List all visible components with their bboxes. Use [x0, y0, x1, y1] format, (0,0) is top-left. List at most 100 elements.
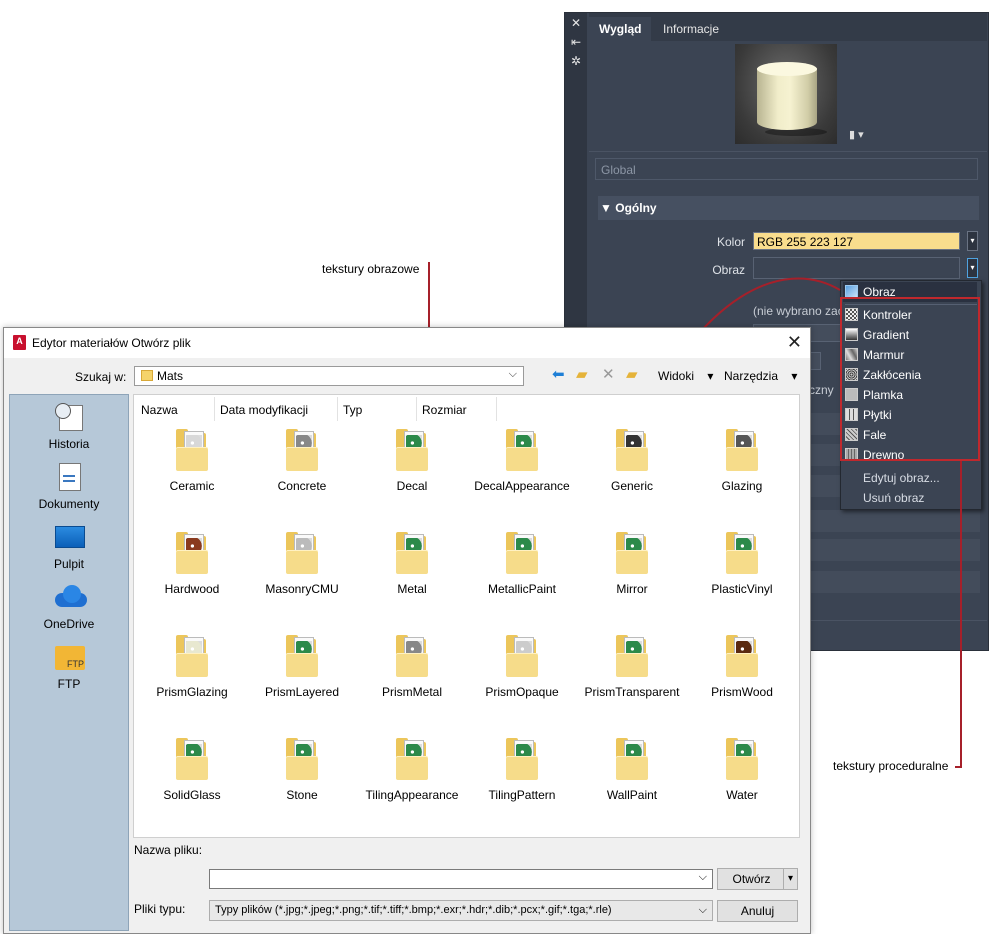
open-button[interactable]: Otwórz [717, 868, 786, 890]
onedrive-cloud-icon [55, 583, 87, 611]
column-size[interactable]: Rozmiar [422, 401, 467, 419]
delete-icon[interactable]: ✕ [602, 367, 615, 383]
open-options-dropdown[interactable]: ▾ [783, 868, 798, 890]
file-item-label: DecalAppearance [474, 479, 570, 493]
color-value: RGB 255 223 127 [757, 235, 854, 249]
global-field[interactable]: Global [595, 158, 978, 180]
dialog-titlebar: A Edytor materiałów Otwórz plik ✕ [4, 328, 810, 358]
views-menu[interactable]: Widoki ▾ [658, 369, 713, 383]
file-item[interactable]: Water [687, 738, 797, 802]
look-in-value: Mats [157, 369, 184, 383]
file-folder-icon [726, 738, 758, 780]
menu-item-edit-image[interactable]: Edytuj obraz... [863, 471, 940, 485]
file-folder-icon [396, 429, 428, 471]
look-in-combo[interactable]: Mats ⌵ [134, 366, 524, 386]
callout-line [955, 766, 962, 768]
place-documents[interactable]: Dokumenty [10, 463, 128, 511]
file-item[interactable]: PrismTransparent [577, 635, 687, 699]
file-item[interactable]: Concrete [247, 429, 357, 493]
file-item[interactable]: PrismLayered [247, 635, 357, 699]
up-folder-icon[interactable]: ▰ [576, 367, 588, 383]
callout-line [960, 461, 962, 768]
tab-appearance[interactable]: Wygląd [589, 17, 652, 41]
file-folder-icon [176, 429, 208, 471]
file-item[interactable]: PlasticVinyl [687, 532, 797, 596]
file-item-label: PrismLayered [264, 685, 340, 699]
back-arrow-icon[interactable]: ⬅ [552, 367, 565, 383]
places-bar: Historia Dokumenty Pulpit OneDrive FTP F… [9, 394, 129, 931]
section-title: Ogólny [615, 201, 657, 215]
place-onedrive[interactable]: OneDrive [10, 583, 128, 631]
file-item[interactable]: MetallicPaint [467, 532, 577, 596]
file-item[interactable]: PrismGlazing [137, 635, 247, 699]
file-type-combo[interactable]: Typy plików (*.jpg;*.jpeg;*.png;*.tif;*.… [209, 900, 713, 921]
section-general[interactable]: ▼ Ogólny [598, 196, 979, 220]
file-name-input[interactable]: ⌵ [209, 869, 713, 889]
cancel-button[interactable]: Anuluj [717, 900, 798, 922]
file-item[interactable]: DecalAppearance [467, 429, 577, 493]
column-type[interactable]: Typ [343, 401, 362, 419]
look-in-label: Szukaj w: [75, 370, 127, 384]
place-desktop[interactable]: Pulpit [10, 523, 128, 571]
file-folder-icon [726, 532, 758, 574]
file-folder-icon [176, 532, 208, 574]
file-item[interactable]: PrismMetal [357, 635, 467, 699]
close-icon[interactable]: ✕ [787, 332, 802, 352]
file-item[interactable]: SolidGlass [137, 738, 247, 802]
file-folder-icon [726, 635, 758, 677]
file-folder-icon [286, 635, 318, 677]
file-item[interactable]: Ceramic [137, 429, 247, 493]
tab-information[interactable]: Informacje [653, 17, 729, 41]
preview-shape-dropdown[interactable]: ▮ ▾ [849, 128, 864, 141]
image-textures-callout: tekstury obrazowe [322, 262, 420, 276]
procedural-textures-callout: tekstury proceduralne [833, 759, 949, 773]
file-item[interactable]: WallPaint [577, 738, 687, 802]
cylinder-icon: ▮ [849, 129, 856, 141]
file-item[interactable]: Generic [577, 429, 687, 493]
image-dropdown-button[interactable]: ▾ [967, 258, 978, 278]
file-item[interactable]: Mirror [577, 532, 687, 596]
file-item[interactable]: Stone [247, 738, 357, 802]
file-item-label: PrismTransparent [584, 685, 680, 699]
tools-menu[interactable]: Narzędzia ▾ [724, 369, 797, 383]
file-type-value: Typy plików (*.jpg;*.jpeg;*.png;*.tif;*.… [215, 904, 612, 916]
menu-item-remove-image[interactable]: Usuń obraz [863, 491, 924, 505]
open-file-dialog: A Edytor materiałów Otwórz plik ✕ Szukaj… [3, 327, 811, 934]
file-folder-icon [176, 635, 208, 677]
file-list: Nazwa Data modyfikacji Typ Rozmiar Ceram… [133, 394, 800, 838]
ftp-folder-icon: FTP [55, 643, 85, 671]
file-item[interactable]: TilingPattern [467, 738, 577, 802]
file-item[interactable]: Glazing [687, 429, 797, 493]
image-field[interactable] [753, 257, 960, 279]
column-name[interactable]: Nazwa [141, 401, 178, 419]
history-icon [55, 403, 83, 431]
file-item-label: PrismMetal [381, 685, 442, 699]
file-folder-icon [616, 532, 648, 574]
file-item[interactable]: PrismOpaque [467, 635, 577, 699]
settings-icon[interactable]: ✲ [569, 54, 583, 68]
file-item[interactable]: TilingAppearance [357, 738, 467, 802]
file-item[interactable]: MasonryCMU [247, 532, 357, 596]
file-item-label: SolidGlass [163, 788, 221, 802]
close-icon[interactable]: ✕ [569, 16, 583, 30]
dialog-title: Edytor materiałów Otwórz plik [32, 336, 191, 350]
color-dropdown-button[interactable]: ▾ [967, 231, 978, 251]
place-ftp[interactable]: FTP FTP [10, 643, 128, 691]
new-folder-icon[interactable]: ▰ [626, 367, 638, 383]
file-item-label: Concrete [277, 479, 327, 493]
place-history[interactable]: Historia [10, 403, 128, 451]
pin-icon[interactable]: ⇤ [569, 35, 583, 49]
file-item[interactable]: Hardwood [137, 532, 247, 596]
file-item-label: Stone [286, 788, 318, 802]
file-item[interactable]: PrismWood [687, 635, 797, 699]
color-value-field[interactable]: RGB 255 223 127 [753, 232, 960, 250]
file-folder-icon [506, 635, 538, 677]
file-item[interactable]: Metal [357, 532, 467, 596]
file-folder-icon [286, 738, 318, 780]
material-preview [735, 44, 837, 144]
column-date-modified[interactable]: Data modyfikacji [220, 401, 308, 419]
desktop-icon [55, 523, 85, 551]
file-item[interactable]: Decal [357, 429, 467, 493]
image-label: Obraz [712, 263, 745, 277]
file-folder-icon [176, 738, 208, 780]
